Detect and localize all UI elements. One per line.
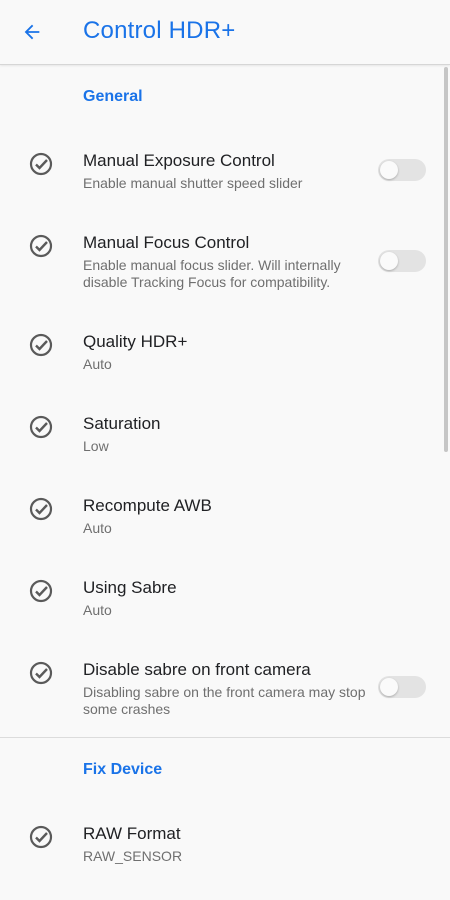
toggle-knob (380, 252, 398, 270)
pref-using-sabre[interactable]: Using Sabre Auto (0, 578, 450, 623)
pref-label: RAW Format (83, 824, 181, 843)
section-divider (0, 737, 450, 738)
check-circle-icon (29, 152, 53, 176)
pref-label: Manual Focus Control (83, 233, 250, 252)
pref-label: Saturation (83, 414, 161, 433)
pref-summary: RAW_SENSOR (83, 848, 183, 864)
pref-quality-hdr[interactable]: Quality HDR+ Auto (0, 332, 450, 377)
pref-raw-format[interactable]: RAW Format RAW_SENSOR (0, 824, 450, 869)
pref-summary: Enable manual shutter speed slider (83, 175, 303, 191)
manual-focus-toggle[interactable] (378, 250, 426, 272)
pref-disable-sabre-front[interactable]: Disable sabre on front camera Disabling … (0, 660, 450, 720)
pref-label: Using Sabre (83, 578, 177, 597)
pref-summary: Low (83, 438, 109, 454)
check-circle-icon (29, 497, 53, 521)
pref-summary: Auto (83, 356, 112, 372)
section-header-fix-device: Fix Device (83, 761, 163, 778)
pref-saturation[interactable]: Saturation Low (0, 414, 450, 459)
back-button[interactable] (14, 16, 50, 48)
pref-summary: Auto (83, 520, 112, 536)
pref-label: Manual Exposure Control (83, 151, 275, 170)
check-circle-icon (29, 415, 53, 439)
toggle-knob (380, 161, 398, 179)
pref-label: Disable sabre on front camera (83, 660, 311, 679)
pref-manual-exposure[interactable]: Manual Exposure Control Enable manual sh… (0, 151, 450, 201)
check-circle-icon (29, 661, 53, 685)
toggle-knob (380, 678, 398, 696)
check-circle-icon (29, 234, 53, 258)
section-header-general: General (83, 88, 143, 105)
check-circle-icon (29, 333, 53, 357)
pref-recompute-awb[interactable]: Recompute AWB Auto (0, 496, 450, 541)
page-title: Control HDR+ (83, 17, 236, 44)
pref-summary: Auto (83, 602, 112, 618)
pref-label: Quality HDR+ (83, 332, 188, 351)
arrow-left-icon (24, 24, 40, 40)
app-bar: Control HDR+ (0, 0, 450, 65)
pref-manual-focus[interactable]: Manual Focus Control Enable manual focus… (0, 233, 450, 293)
pref-summary: Enable manual focus slider. Will interna… (83, 257, 341, 290)
manual-exposure-toggle[interactable] (378, 159, 426, 181)
disable-sabre-toggle[interactable] (378, 676, 426, 698)
pref-label: Recompute AWB (83, 496, 212, 515)
check-circle-icon (29, 579, 53, 603)
pref-summary: Disabling sabre on the front camera may … (83, 684, 366, 717)
check-circle-icon (29, 825, 53, 849)
